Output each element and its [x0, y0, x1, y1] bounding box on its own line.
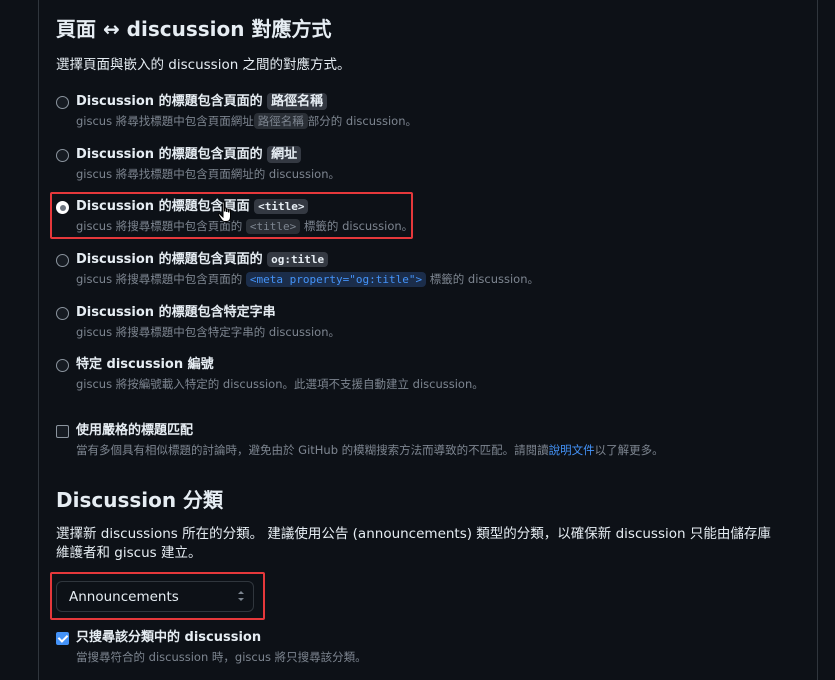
docs-link[interactable]: 說明文件	[549, 443, 595, 457]
option-title: Discussion 的標題包含頁面的 og:title	[76, 251, 329, 269]
radio-specific-term[interactable]	[56, 307, 69, 320]
category-select-highlight	[50, 572, 265, 620]
option-title: Discussion 的標題包含特定字串	[76, 305, 276, 320]
strict-checkbox[interactable]	[56, 425, 69, 438]
category-intro-line2: 維護者和 giscus 建立。	[56, 545, 202, 561]
selected-option-highlight	[50, 192, 413, 239]
radio-url[interactable]	[56, 149, 69, 162]
strict-description: 當有多個具有相似標題的討論時，避免由於 GitHub 的模糊搜索方法而導致的不匹…	[76, 443, 664, 457]
only-search-label: 只搜尋該分類中的 discussion	[76, 630, 262, 645]
option-description: giscus 將按編號載入特定的 discussion。此選項不支援自動建立 d…	[76, 377, 484, 391]
category-heading: Discussion 分類	[56, 488, 224, 512]
mapping-heading: 頁面 ↔ discussion 對應方式	[56, 17, 332, 41]
only-search-checkbox[interactable]	[56, 632, 69, 645]
option-description: giscus 將搜尋標題中包含頁面的 <meta property="og:ti…	[76, 272, 540, 287]
radio-number[interactable]	[56, 359, 69, 372]
radio-og-title[interactable]	[56, 254, 69, 267]
strict-label: 使用嚴格的標題匹配	[76, 423, 194, 438]
category-intro-line1: 選擇新 discussions 所在的分類。 建議使用公告 (announcem…	[56, 526, 771, 542]
only-search-description: 當搜尋符合的 discussion 時，giscus 將只搜尋該分類。	[76, 650, 367, 664]
radio-pathname[interactable]	[56, 96, 69, 109]
option-title: 特定 discussion 編號	[76, 357, 214, 372]
mapping-intro: 選擇頁面與嵌入的 discussion 之間的對應方式。	[56, 57, 351, 73]
option-title: Discussion 的標題包含頁面的 路徑名稱	[76, 93, 328, 111]
option-title: Discussion 的標題包含頁面的 網址	[76, 146, 302, 164]
option-description: giscus 將尋找標題中包含頁面網址 路徑名稱 部分的 discussion。	[76, 113, 418, 129]
option-description: giscus 將搜尋標題中包含特定字串的 discussion。	[76, 325, 340, 339]
option-description: giscus 將尋找標題中包含頁面網址的 discussion。	[76, 167, 340, 181]
